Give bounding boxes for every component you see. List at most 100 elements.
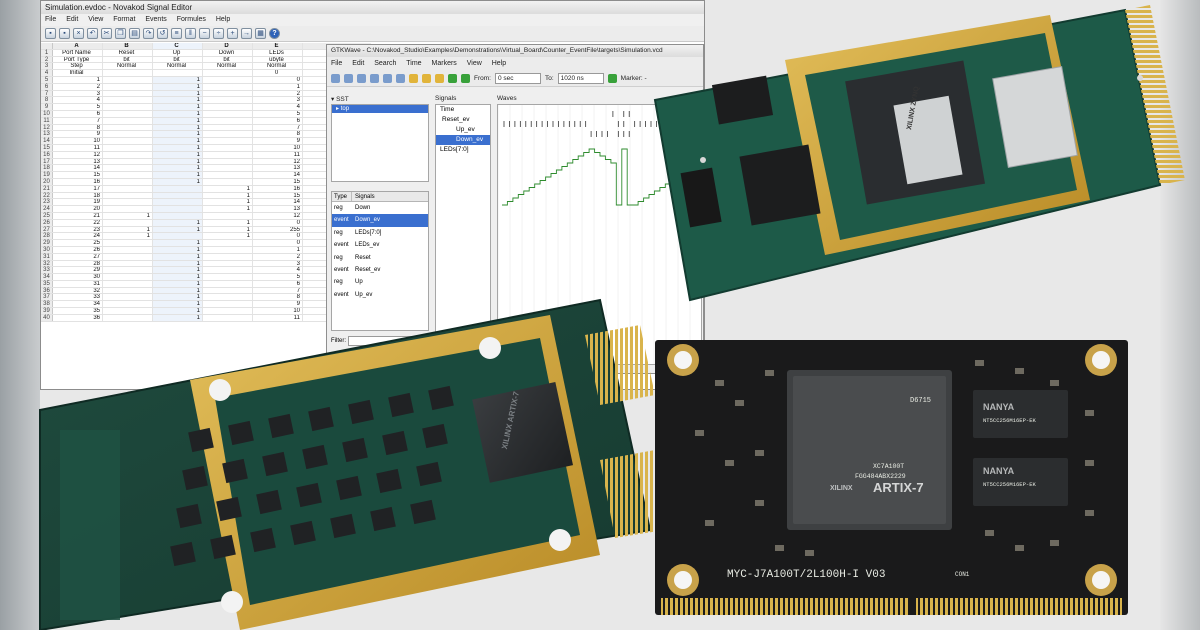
cut-icon[interactable]: ✂ [101,28,112,39]
data-cell[interactable] [103,165,153,172]
data-cell[interactable]: 18 [53,192,103,199]
data-cell[interactable]: 10 [253,144,303,151]
gtk-menu-edit[interactable]: Edit [352,60,364,67]
gtk-menu-time[interactable]: Time [406,60,421,67]
data-cell[interactable]: 1 [153,158,203,165]
paste-traces-icon[interactable] [357,73,366,83]
data-cell[interactable]: 11 [253,151,303,158]
data-cell[interactable]: 6 [253,280,303,287]
data-cell[interactable] [203,287,253,294]
delete-row-icon[interactable]: − [199,28,210,39]
data-cell[interactable] [203,165,253,172]
data-cell[interactable]: 1 [153,117,203,124]
zoom-start-icon[interactable] [422,73,431,83]
data-cell[interactable] [103,124,153,131]
header-cell[interactable]: Down [203,49,253,56]
data-cell[interactable] [203,76,253,83]
data-cell[interactable] [153,185,203,192]
data-cell[interactable]: 26 [53,246,103,253]
data-cell[interactable]: 22 [53,219,103,226]
type-row[interactable]: reg LEDs[7:0] [332,227,428,239]
data-cell[interactable] [203,260,253,267]
data-cell[interactable]: 0 [253,240,303,246]
zoom-end-icon[interactable] [435,73,444,83]
zoom-fit-icon[interactable] [370,73,379,83]
data-cell[interactable]: 7 [53,117,103,124]
sst-tree[interactable]: ▸ top [331,104,429,182]
header-cell[interactable]: Normal [203,63,253,70]
data-cell[interactable]: 2 [253,253,303,260]
data-cell[interactable]: 17 [53,185,103,192]
data-cell[interactable]: 1 [153,110,203,117]
data-cell[interactable] [203,110,253,117]
data-cell[interactable]: 1 [153,131,203,138]
data-cell[interactable] [103,308,153,314]
data-cell[interactable]: 1 [153,301,203,308]
data-cell[interactable]: 1 [153,151,203,158]
header-cell[interactable]: 0 [253,70,303,76]
type-row[interactable]: reg Reset [332,252,428,264]
data-cell[interactable]: 10 [253,308,303,314]
undo-icon[interactable]: ↶ [87,28,98,39]
header-cell[interactable] [153,70,203,76]
menu-format[interactable]: Format [113,16,135,23]
export-icon[interactable]: → [241,28,252,39]
type-row[interactable]: event Down_ev [332,214,428,227]
header-cell[interactable]: bit [103,56,153,63]
data-cell[interactable]: 1 [53,76,103,83]
cut-traces-icon[interactable] [331,73,340,83]
signals-list[interactable]: Time Reset_ev Up_ev Down_ev LEDs[7:0] [435,104,491,365]
data-cell[interactable] [203,90,253,97]
data-cell[interactable]: 1 [153,144,203,151]
data-cell[interactable]: 9 [53,131,103,138]
close-doc-icon[interactable]: × [73,28,84,39]
data-cell[interactable]: 0 [253,233,303,240]
data-cell[interactable]: 1 [153,308,203,314]
signal-item[interactable]: LEDs[7:0] [436,145,490,155]
data-cell[interactable]: 6 [53,110,103,117]
data-cell[interactable] [103,274,153,280]
sst-item-top[interactable]: ▸ top [332,105,428,113]
header-cell[interactable]: Normal [153,63,203,70]
data-cell[interactable]: 1 [153,294,203,301]
gtk-menu-view[interactable]: View [467,60,482,67]
data-cell[interactable]: 1 [153,172,203,178]
data-cell[interactable]: 11 [253,314,303,321]
signal-item[interactable]: Reset_ev [436,115,490,125]
data-cell[interactable]: 15 [53,172,103,178]
data-cell[interactable] [203,253,253,260]
data-cell[interactable]: 0 [253,76,303,83]
data-cell[interactable]: 14 [253,199,303,206]
from-field[interactable]: 0 sec [494,72,541,84]
data-cell[interactable]: 1 [203,219,253,226]
gtk-menu-markers[interactable]: Markers [432,60,457,67]
data-cell[interactable] [103,260,153,267]
paste-icon[interactable]: ▤ [129,28,140,39]
data-cell[interactable] [103,199,153,206]
data-cell[interactable]: 35 [53,308,103,314]
data-cell[interactable]: 34 [53,301,103,308]
data-cell[interactable]: 1 [153,76,203,83]
data-cell[interactable] [153,206,203,212]
data-cell[interactable] [203,138,253,144]
data-cell[interactable]: 1 [153,124,203,131]
data-cell[interactable] [103,287,153,294]
data-cell[interactable]: 15 [253,178,303,185]
data-cell[interactable]: 1 [203,192,253,199]
cell-col-1[interactable]: A [53,43,103,49]
waveform-view[interactable] [497,104,702,365]
data-cell[interactable]: 1 [153,240,203,246]
data-cell[interactable]: 1 [203,185,253,192]
data-cell[interactable]: 1 [153,226,203,233]
data-cell[interactable] [153,233,203,240]
header-cell[interactable]: ubyte [253,56,303,63]
data-cell[interactable]: 12 [53,151,103,158]
data-cell[interactable] [103,83,153,90]
data-cell[interactable]: 1 [153,104,203,110]
save-all-icon[interactable]: ▪ [59,28,70,39]
zoom-out-icon[interactable] [396,73,405,83]
data-cell[interactable] [153,199,203,206]
gtk-menu-file[interactable]: File [331,60,342,67]
data-cell[interactable]: 14 [253,172,303,178]
data-cell[interactable] [203,274,253,280]
